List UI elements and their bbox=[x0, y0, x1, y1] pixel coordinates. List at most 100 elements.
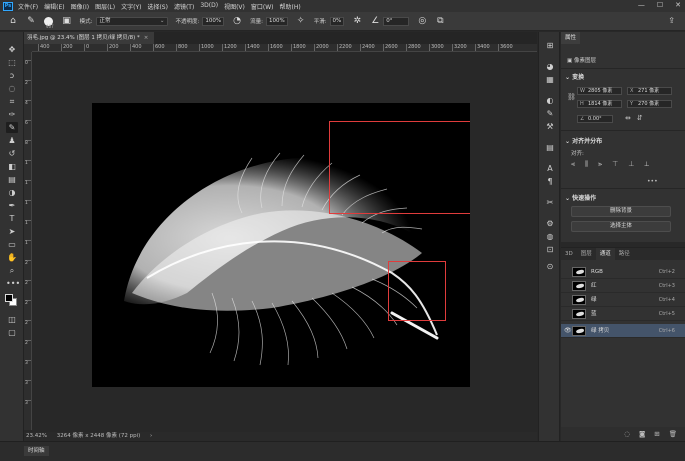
crop-tool-icon[interactable]: ⌗ bbox=[6, 96, 18, 107]
foreground-color-swatch[interactable] bbox=[5, 294, 13, 302]
hand-tool-icon[interactable]: ✋ bbox=[6, 252, 18, 263]
marquee-tool-icon[interactable]: ⬚ bbox=[6, 57, 18, 68]
more-options-icon[interactable]: ••• bbox=[647, 178, 658, 185]
selection-box-upper[interactable] bbox=[329, 121, 470, 214]
rectangle-tool-icon[interactable]: ▭ bbox=[6, 239, 18, 250]
lasso-tool-icon[interactable]: ↄ bbox=[6, 70, 18, 81]
align-right-icon[interactable]: ⫸ bbox=[598, 160, 602, 169]
width-field[interactable]: W 2805 像素 bbox=[577, 87, 622, 95]
history-icon[interactable]: ⊞ bbox=[544, 40, 556, 51]
menu-help[interactable]: 帮助(H) bbox=[280, 2, 301, 11]
y-field[interactable]: Y 270 像素 bbox=[627, 100, 672, 108]
tab-channels[interactable]: 通道 bbox=[595, 248, 615, 260]
align-hcenter-icon[interactable]: ⫼ bbox=[585, 160, 588, 169]
menu-filter[interactable]: 滤镜(T) bbox=[174, 2, 194, 11]
3d-icon[interactable]: ⊙ bbox=[544, 261, 556, 272]
document-tab[interactable]: 羽毛.jpg @ 23.4% (图层 1 拷贝/绿 拷贝/8) * × bbox=[24, 32, 155, 44]
align-vcenter-icon[interactable]: ⊥ bbox=[628, 160, 634, 169]
menu-edit[interactable]: 编辑(E) bbox=[44, 2, 64, 11]
eye-icon[interactable]: 👁 bbox=[564, 327, 572, 334]
properties-tab[interactable]: 属性 bbox=[561, 32, 581, 44]
stamp-tool-icon[interactable]: ♟ bbox=[6, 135, 18, 146]
height-field[interactable]: H 1814 像素 bbox=[577, 100, 622, 108]
tab-layers[interactable]: 图层 bbox=[577, 248, 596, 260]
menu-view[interactable]: 视图(V) bbox=[224, 2, 245, 11]
menu-type[interactable]: 文字(Y) bbox=[121, 2, 141, 11]
swatches-icon[interactable]: ▦ bbox=[544, 74, 556, 85]
zoom-level[interactable]: 23.42% bbox=[26, 433, 47, 439]
menu-window[interactable]: 窗口(W) bbox=[251, 2, 274, 11]
align-left-icon[interactable]: ⫷ bbox=[571, 160, 575, 169]
eraser-tool-icon[interactable]: ◧ bbox=[6, 161, 18, 172]
link-icon[interactable]: ⛓ bbox=[567, 93, 576, 101]
channel-row-selected[interactable]: 👁 绿 拷贝 Ctrl+6 bbox=[561, 324, 685, 338]
transform-section-title[interactable]: ⌄ 变换 bbox=[565, 72, 584, 81]
quick-actions-title[interactable]: ⌄ 快速操作 bbox=[565, 193, 596, 202]
vertical-ruler[interactable]: 0 2 4 6 8 1 1 1 1 1 2 2 2 2 2 3 3 3 bbox=[24, 52, 32, 430]
delete-channel-icon[interactable]: 🗑 bbox=[669, 427, 677, 441]
navigator-icon[interactable]: ◍ bbox=[544, 231, 556, 242]
save-selection-icon[interactable]: ◙ bbox=[639, 427, 645, 441]
more-tools-icon[interactable]: ••• bbox=[6, 278, 20, 289]
channel-row[interactable]: 蓝 Ctrl+5 bbox=[561, 307, 685, 321]
brush-tool-icon[interactable]: ✎ bbox=[26, 16, 36, 26]
align-section-title[interactable]: ⌄ 对齐并分布 bbox=[565, 136, 602, 145]
tool-presets-icon[interactable]: ⚒ bbox=[544, 121, 556, 132]
close-icon[interactable]: × bbox=[144, 35, 149, 41]
close-window-button[interactable]: ✕ bbox=[675, 1, 681, 9]
smoothing-input[interactable]: 0% bbox=[329, 16, 345, 26]
maximize-button[interactable]: ☐ bbox=[657, 1, 663, 9]
actions-icon[interactable]: ✂ bbox=[544, 197, 556, 208]
canvas-area[interactable] bbox=[33, 53, 537, 431]
pressure-opacity-icon[interactable]: ◔ bbox=[232, 16, 242, 26]
symmetry-icon[interactable]: ⧉ bbox=[435, 16, 445, 26]
gradient-tool-icon[interactable]: ▤ bbox=[6, 174, 18, 185]
flow-input[interactable]: 100% bbox=[265, 16, 288, 26]
share-icon[interactable]: ⇪ bbox=[668, 16, 675, 25]
menu-layer[interactable]: 图层(L) bbox=[95, 2, 115, 11]
character-icon[interactable]: A bbox=[544, 163, 556, 174]
mode-select[interactable]: 正常 ⌄ bbox=[95, 16, 168, 26]
angle-input[interactable]: 0° bbox=[383, 16, 410, 26]
pressure-size-icon[interactable]: ◎ bbox=[417, 16, 427, 26]
type-tool-icon[interactable]: T bbox=[6, 213, 18, 224]
tab-paths[interactable]: 路径 bbox=[615, 248, 634, 260]
zoom-tool-icon[interactable]: ⌕ bbox=[6, 265, 18, 276]
menu-select[interactable]: 选择(S) bbox=[147, 2, 168, 11]
tab-3d[interactable]: 3D bbox=[561, 248, 577, 260]
screen-mode-icon[interactable]: ▢ bbox=[6, 327, 18, 338]
status-menu-arrow[interactable]: › bbox=[150, 433, 152, 439]
minimize-button[interactable]: — bbox=[638, 1, 645, 9]
adjustments-icon[interactable]: ◐ bbox=[544, 95, 556, 106]
home-icon[interactable]: ⌂ bbox=[8, 16, 18, 26]
x-field[interactable]: X 271 像素 bbox=[627, 87, 672, 95]
select-subject-button[interactable]: 选择主体 bbox=[571, 221, 671, 232]
angle-field[interactable]: ∠ 0.00° bbox=[577, 115, 613, 123]
ruler-origin[interactable] bbox=[24, 44, 32, 52]
align-bottom-icon[interactable]: ⟂ bbox=[644, 160, 649, 169]
load-selection-icon[interactable]: ◌ bbox=[624, 427, 630, 441]
gear-icon[interactable]: ✲ bbox=[352, 16, 362, 26]
quick-mask-icon[interactable]: ◫ bbox=[6, 314, 18, 325]
brush-settings-icon[interactable]: ✎ bbox=[544, 108, 556, 119]
dodge-tool-icon[interactable]: ◑ bbox=[6, 187, 18, 198]
selection-box-lower[interactable] bbox=[388, 261, 446, 321]
channel-row[interactable]: 红 Ctrl+3 bbox=[561, 279, 685, 293]
info-icon[interactable]: ⊡ bbox=[544, 244, 556, 255]
channel-row[interactable]: RGB Ctrl+2 bbox=[561, 265, 685, 279]
pen-tool-icon[interactable]: ✒ bbox=[6, 200, 18, 211]
libraries-icon[interactable]: ⚙ bbox=[544, 218, 556, 229]
channel-row[interactable]: 绿 Ctrl+4 bbox=[561, 293, 685, 307]
timeline-tab[interactable]: 时间轴 bbox=[24, 446, 49, 456]
quick-select-tool-icon[interactable]: ◌ bbox=[6, 83, 18, 94]
align-top-icon[interactable]: ⊤ bbox=[612, 160, 618, 169]
opacity-input[interactable]: 100% bbox=[202, 16, 225, 26]
airbrush-icon[interactable]: ✧ bbox=[296, 16, 306, 26]
paragraph-icon[interactable]: ¶ bbox=[544, 176, 556, 187]
horizontal-ruler[interactable]: 400 200 0 200 400 600 800 1000 1200 1400 1600 1800 2… bbox=[32, 44, 537, 52]
move-tool-icon[interactable]: ✥ bbox=[6, 44, 18, 55]
path-select-tool-icon[interactable]: ➤ bbox=[6, 226, 18, 237]
new-channel-icon[interactable]: ⊞ bbox=[654, 427, 659, 441]
menu-3d[interactable]: 3D(D) bbox=[200, 2, 218, 11]
brush-tool-icon[interactable]: ✎ bbox=[6, 122, 18, 133]
